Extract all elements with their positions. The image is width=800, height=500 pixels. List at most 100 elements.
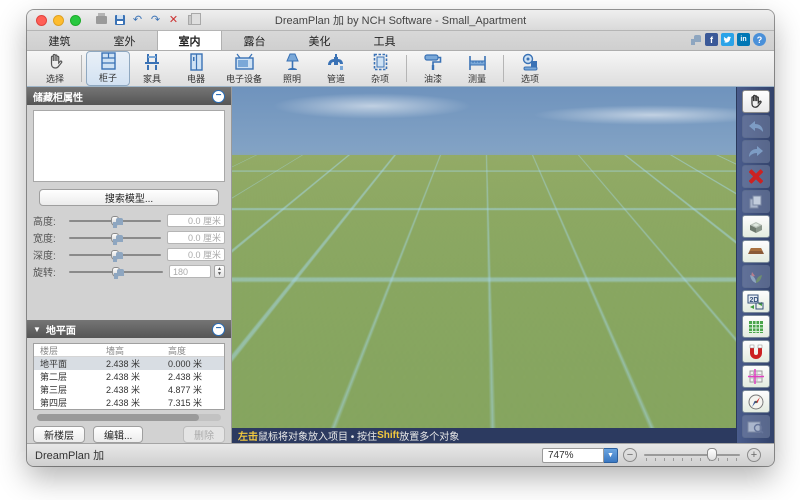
- zoom-window-button[interactable]: [70, 15, 81, 26]
- width-value-field[interactable]: 0.0 厘米: [167, 231, 225, 244]
- hint-bar: 左击 鼠标将对象放入项目 • 按住 Shift 放置多个对象: [232, 428, 736, 443]
- hub-right-icon[interactable]: ▶: [294, 380, 300, 388]
- ribbon-tab-bar: 建筑 室外 室内 露台 美化 工具 f in ?: [27, 31, 774, 51]
- show-plants-button: [742, 265, 770, 288]
- twitter-icon[interactable]: [721, 33, 734, 46]
- cabinets-tool-button[interactable]: 柜子: [86, 51, 130, 86]
- zoom-dropdown-icon[interactable]: ▼: [604, 448, 618, 463]
- nav-elevate-up-button[interactable]: ▲: [311, 350, 328, 367]
- compass-button[interactable]: [742, 390, 770, 413]
- tab-indoor[interactable]: 室内: [157, 31, 222, 50]
- show-grid-button[interactable]: [742, 315, 770, 338]
- floors-panel-header: ▼ 地平面 −: [27, 320, 231, 338]
- scene-3d[interactable]: ▲ ▼ ↺ ↻ ▲ ▼ ◀ ▶ ? − + ▲ ▼: [232, 87, 736, 428]
- height-slider[interactable]: [69, 215, 161, 227]
- electronics-tool-button[interactable]: 电子设备: [218, 51, 270, 86]
- options-machine-icon: [522, 53, 539, 71]
- nav-elevate-down-button[interactable]: ▼: [311, 376, 328, 393]
- nav-camera-button[interactable]: [299, 324, 316, 341]
- zoom-slider-thumb[interactable]: [707, 448, 717, 461]
- collapse-properties-icon[interactable]: −: [212, 90, 225, 103]
- viewport-3d[interactable]: ▲ ▼ ↺ ↻ ▲ ▼ ◀ ▶ ? − + ▲ ▼: [232, 87, 736, 443]
- paint-tool-button[interactable]: 油漆: [411, 51, 455, 86]
- show-blocks-button[interactable]: [742, 215, 770, 238]
- preview-magnifier-icon: [747, 420, 764, 434]
- zoom-slider[interactable]: [644, 448, 740, 462]
- close-window-button[interactable]: [36, 15, 47, 26]
- dimension-switch-icon: 2D: [747, 294, 765, 310]
- rotation-value-field[interactable]: 180: [169, 265, 211, 278]
- floors-table: 楼层 墙高 高度 地平面 2.438 米 0.000 米 第二层 2.438 米…: [33, 343, 225, 410]
- floor-row-3[interactable]: 第三层 2.438 米 4.877 米: [34, 383, 224, 396]
- chair-icon: [144, 53, 160, 71]
- lamp-icon: [285, 53, 300, 71]
- app-name-label: DreamPlan 加: [35, 447, 104, 463]
- appliances-tool-button[interactable]: 电器: [174, 51, 218, 86]
- tab-building[interactable]: 建筑: [27, 31, 92, 50]
- width-slider[interactable]: [69, 232, 161, 244]
- tv-icon: [235, 53, 254, 71]
- options-tool-button[interactable]: 选项: [508, 51, 552, 86]
- search-model-button[interactable]: 搜索模型...: [39, 189, 219, 206]
- zoom-in-button[interactable]: +: [747, 448, 761, 462]
- nav-rotate-left-icon[interactable]: ↺: [250, 375, 264, 392]
- floor-row-ground[interactable]: 地平面 2.438 米 0.000 米: [34, 357, 224, 370]
- depth-value-field[interactable]: 0.0 厘米: [167, 248, 225, 261]
- traffic-lights: [36, 15, 81, 26]
- snap-grid-icon: [748, 369, 764, 384]
- undo-icon[interactable]: ↶: [131, 14, 144, 27]
- hub-left-icon[interactable]: ◀: [274, 380, 280, 388]
- hint-click-label: 左击: [238, 428, 258, 443]
- depth-slider[interactable]: [69, 249, 161, 261]
- tab-tools[interactable]: 工具: [352, 31, 417, 50]
- minimize-window-button[interactable]: [53, 15, 64, 26]
- lighting-tool-button[interactable]: 照明: [270, 51, 314, 86]
- select-tool-button[interactable]: 选择: [33, 51, 77, 86]
- like-icon[interactable]: [690, 34, 702, 46]
- collapse-floors-icon[interactable]: −: [212, 323, 225, 336]
- delete-icon[interactable]: ✕: [167, 14, 180, 27]
- app-window: ↶ ↷ ✕ DreamPlan 加 by NCH Software - Smal…: [27, 10, 774, 466]
- tab-deck[interactable]: 露台: [222, 31, 287, 50]
- hub-up-icon[interactable]: ▲: [284, 368, 292, 376]
- nav-zoom-in-button[interactable]: +: [273, 308, 290, 325]
- redo-icon[interactable]: ↷: [149, 14, 162, 27]
- camera-navigation-widget[interactable]: ▲ ▼ ↺ ↻ ▲ ▼ ◀ ▶ ? − + ▲ ▼: [241, 338, 333, 428]
- tab-outdoor[interactable]: 室外: [92, 31, 157, 50]
- zoom-level-field[interactable]: 747%: [542, 448, 604, 463]
- facebook-icon[interactable]: f: [705, 33, 718, 46]
- floors-collapse-arrow-icon[interactable]: ▼: [33, 325, 41, 334]
- floors-horizontal-scrollbar[interactable]: [37, 414, 221, 421]
- copy-pages-icon: [749, 195, 763, 209]
- rotation-slider[interactable]: [69, 266, 163, 278]
- rotation-slider-row: 旋转: 180 ▲▼: [27, 263, 231, 280]
- zoom-out-button[interactable]: −: [623, 448, 637, 462]
- floor-row-2[interactable]: 第二层 2.438 米 2.438 米: [34, 370, 224, 383]
- edit-floor-button[interactable]: 编辑...: [93, 426, 143, 443]
- tab-landscaping[interactable]: 美化: [287, 31, 352, 50]
- copy-object-button: [742, 190, 770, 213]
- plumbing-tool-button[interactable]: 管道: [314, 51, 358, 86]
- preview-button: [742, 415, 770, 438]
- snap-grid-button[interactable]: [742, 365, 770, 388]
- show-floor-button[interactable]: [742, 240, 770, 263]
- hub-down-icon[interactable]: ▼: [284, 392, 292, 400]
- measure-tool-button[interactable]: 测量: [455, 51, 499, 86]
- new-floor-button[interactable]: 新楼层: [33, 426, 85, 443]
- save-icon[interactable]: [113, 14, 126, 27]
- pan-tool-button[interactable]: [742, 90, 770, 113]
- delete-object-button[interactable]: [742, 165, 770, 188]
- switch-2d-3d-button[interactable]: 2D: [742, 290, 770, 313]
- rotation-stepper[interactable]: ▲▼: [214, 265, 225, 278]
- nav-zoom-out-button[interactable]: −: [241, 308, 258, 325]
- floor-row-4[interactable]: 第四层 2.438 米 7.315 米: [34, 396, 224, 409]
- misc-tool-button[interactable]: 杂项: [358, 51, 402, 86]
- nav-pan-down-icon[interactable]: ▼: [280, 412, 293, 425]
- help-icon[interactable]: ?: [753, 33, 766, 46]
- print-icon[interactable]: [95, 14, 108, 27]
- linkedin-icon[interactable]: in: [737, 33, 750, 46]
- furniture-tool-button[interactable]: 家具: [130, 51, 174, 86]
- height-value-field[interactable]: 0.0 厘米: [167, 214, 225, 227]
- snap-magnet-button[interactable]: [742, 340, 770, 363]
- nav-pan-up-icon[interactable]: ▲: [280, 343, 293, 356]
